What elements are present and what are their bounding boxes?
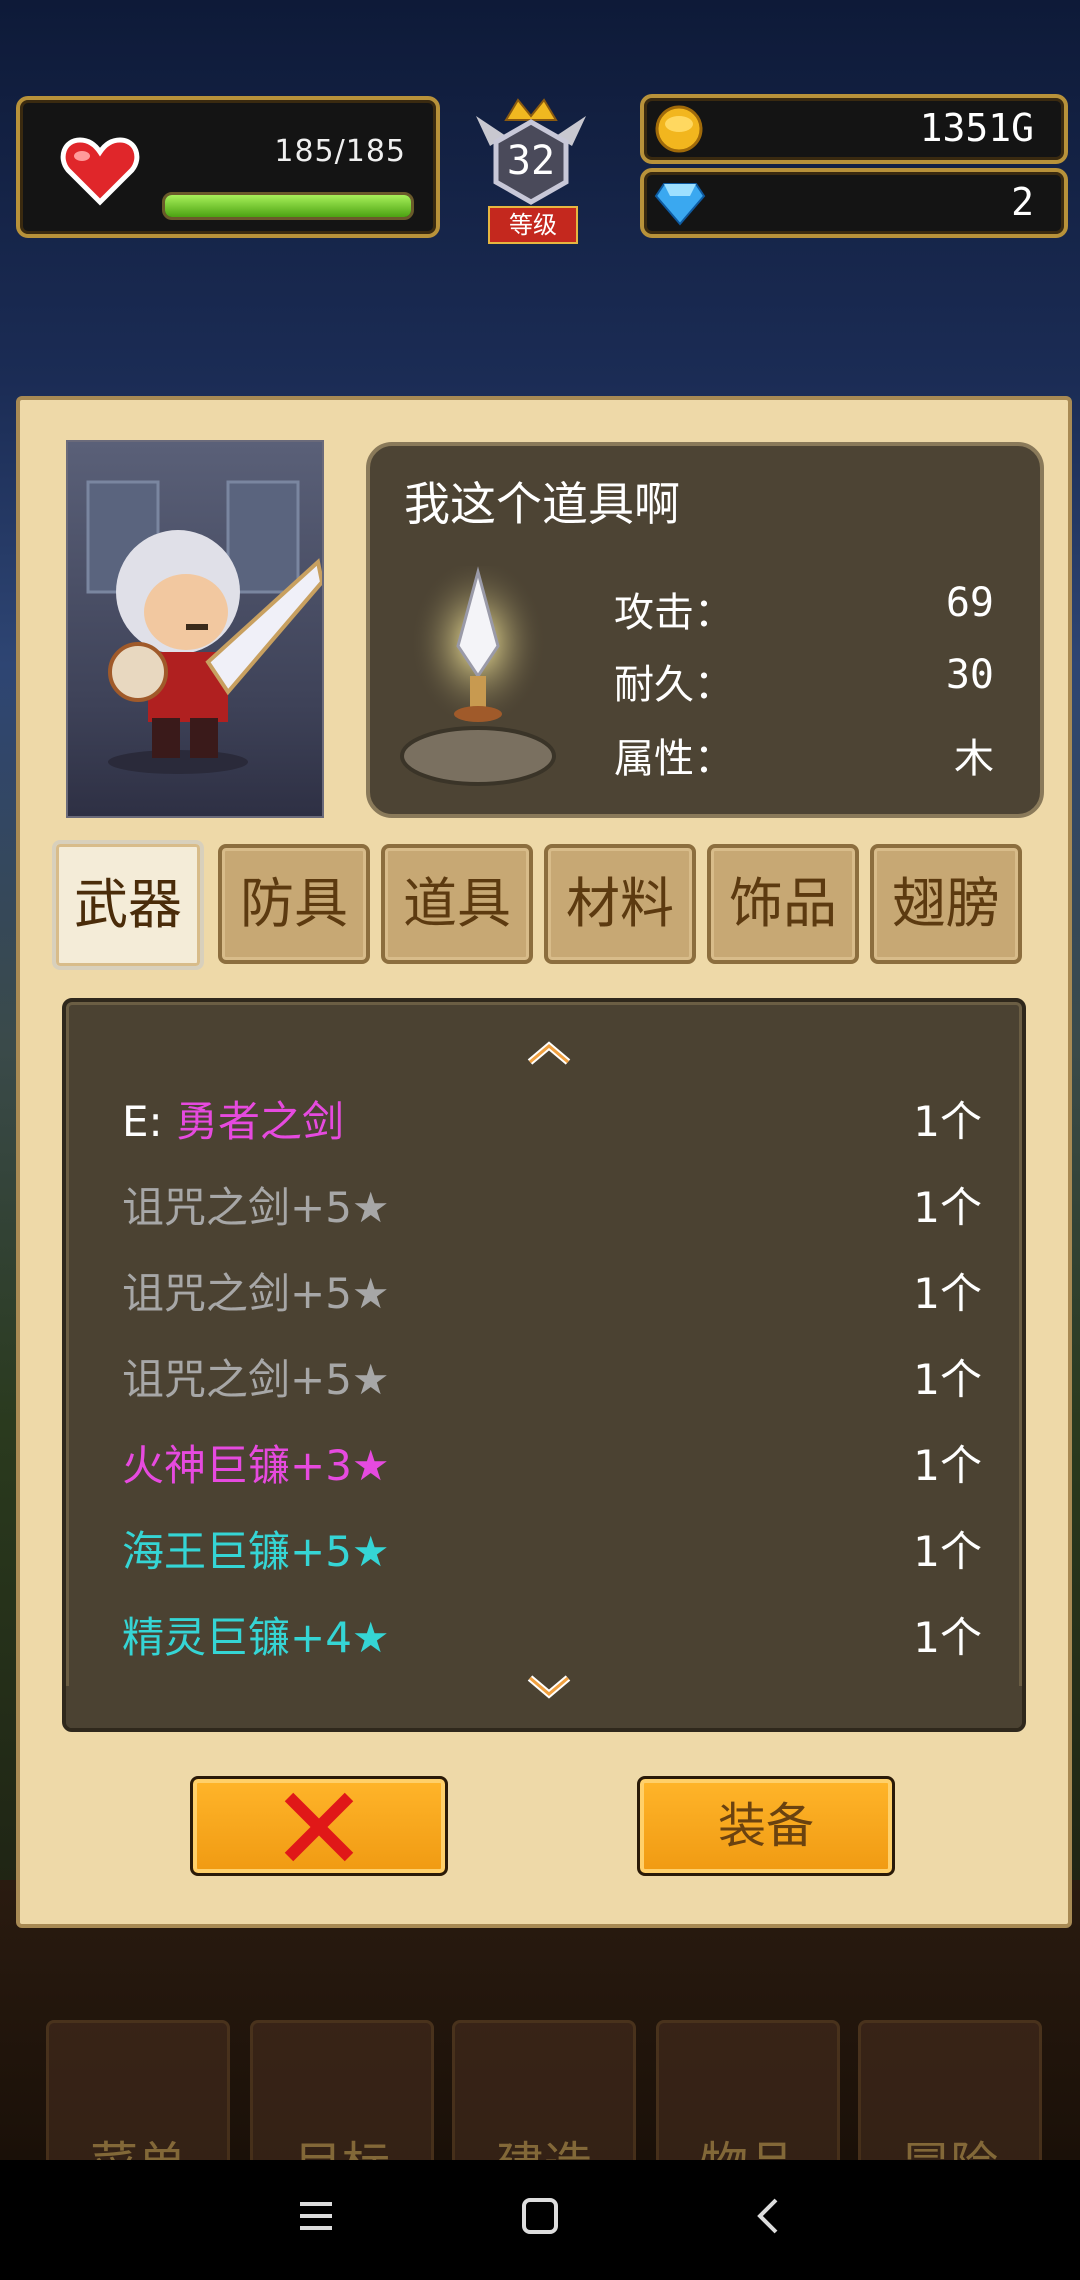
diamond-icon <box>654 183 706 226</box>
stat-durability-value: 30 <box>945 652 994 698</box>
close-icon <box>284 1792 354 1862</box>
scroll-down-icon[interactable] <box>524 1672 574 1702</box>
back-icon[interactable] <box>748 2196 788 2236</box>
tab-materials[interactable]: 材料 <box>544 844 696 964</box>
equip-button[interactable]: 装备 <box>637 1776 895 1876</box>
gold-amount: 1351G <box>919 106 1034 150</box>
item-count: 1个 <box>913 1441 982 1490</box>
item-count: 1个 <box>913 1269 982 1318</box>
item-name: 精灵巨镰+4★ <box>122 1613 390 1662</box>
heart-icon <box>60 137 140 206</box>
list-item[interactable]: 诅咒之剑+5★ 1个 <box>122 1346 982 1416</box>
recents-icon[interactable] <box>296 2196 336 2236</box>
stat-durability-label: 耐久： <box>614 662 734 708</box>
item-count: 1个 <box>913 1183 982 1232</box>
tab-weapon[interactable]: 武器 <box>52 840 204 970</box>
item-name: 诅咒之剑+5★ <box>122 1355 390 1404</box>
weapon-preview-icon <box>400 566 556 786</box>
item-name: 诅咒之剑+5★ <box>122 1269 390 1318</box>
list-item[interactable]: 火神巨镰+3★ 1个 <box>122 1432 982 1502</box>
stat-attack: 攻击： 69 <box>614 580 994 640</box>
item-count: 1个 <box>913 1527 982 1576</box>
item-count: 1个 <box>913 1613 982 1662</box>
close-button[interactable] <box>190 1776 448 1876</box>
scroll-up-icon[interactable] <box>524 1038 574 1068</box>
gem-panel: 2 <box>640 168 1068 238</box>
hp-bar <box>162 192 414 220</box>
list-item[interactable]: E: 勇者之剑 1个 <box>122 1088 982 1158</box>
hp-text: 185/185 <box>274 134 406 169</box>
gold-panel: 1351G <box>640 94 1068 164</box>
stat-durability: 耐久： 30 <box>614 652 994 712</box>
stat-element: 属性： 木 <box>614 726 994 786</box>
stat-attack-label: 攻击： <box>614 590 734 636</box>
tab-armor[interactable]: 防具 <box>218 844 370 964</box>
item-list[interactable]: E: 勇者之剑 1个 诅咒之剑+5★ 1个 诅咒之剑+5★ 1个 诅咒之剑+5★… <box>62 998 1026 1732</box>
item-name: 勇者之剑 <box>176 1097 345 1146</box>
tab-props[interactable]: 道具 <box>381 844 533 964</box>
item-count: 1个 <box>913 1355 982 1404</box>
equipped-marker: E: <box>122 1097 177 1146</box>
item-name: 火神巨镰+3★ <box>122 1441 390 1490</box>
stat-attack-value: 69 <box>945 580 994 626</box>
item-count: 1个 <box>913 1097 982 1146</box>
list-item[interactable]: 海王巨镰+5★ 1个 <box>122 1518 982 1588</box>
tab-wings[interactable]: 翅膀 <box>870 844 1022 964</box>
level-badge: 32 等级 <box>466 86 596 246</box>
gold-coin-icon <box>655 105 703 153</box>
inventory-dialog: 我这个道具啊 攻击： 69 耐久： 30 属性： 木 武器 防具 道具 材料 饰… <box>16 396 1072 1928</box>
hp-bar-fill <box>165 195 411 217</box>
list-item[interactable]: 精灵巨镰+4★ 1个 <box>122 1604 982 1674</box>
stat-element-label: 属性： <box>614 736 734 782</box>
level-label: 等级 <box>488 206 578 244</box>
gem-amount: 2 <box>1011 180 1034 224</box>
tab-accessories[interactable]: 饰品 <box>707 844 859 964</box>
stat-element-value: 木 <box>954 736 994 782</box>
item-name: 海王巨镰+5★ <box>122 1527 390 1576</box>
item-name: 诅咒之剑+5★ <box>122 1183 390 1232</box>
character-portrait <box>66 440 324 818</box>
list-item[interactable]: 诅咒之剑+5★ 1个 <box>122 1260 982 1330</box>
hero-sprite <box>86 480 322 774</box>
item-info-title: 我这个道具啊 <box>404 477 680 531</box>
level-number: 32 <box>506 138 556 184</box>
hp-panel: 185/185 <box>16 96 440 238</box>
list-item[interactable]: 诅咒之剑+5★ 1个 <box>122 1174 982 1244</box>
item-info-box: 我这个道具啊 攻击： 69 耐久： 30 属性： 木 <box>366 442 1044 818</box>
home-icon[interactable] <box>520 2196 560 2236</box>
